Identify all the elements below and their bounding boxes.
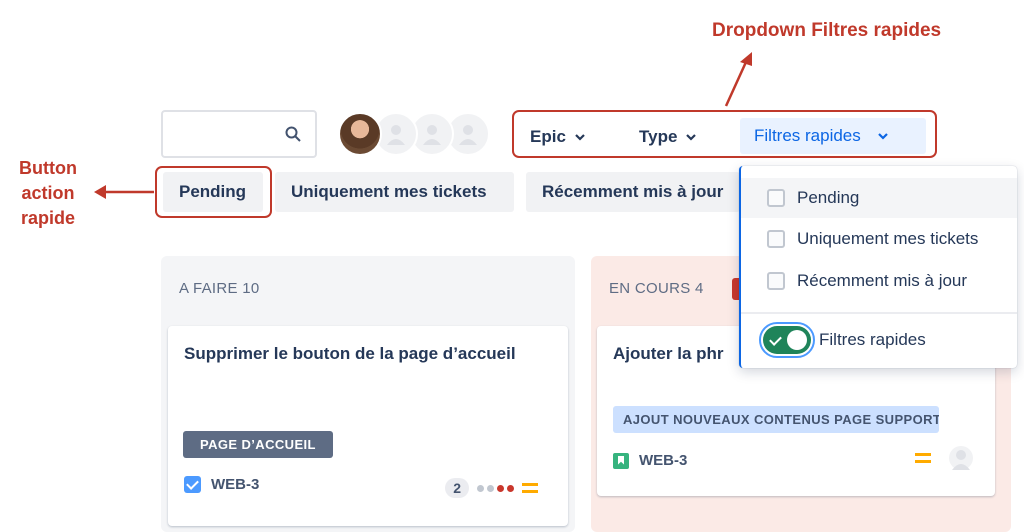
quick-filters-label: Filtres rapides	[754, 126, 861, 145]
issue-key[interactable]: WEB-3	[211, 476, 259, 493]
arrow-to-dropdown	[724, 61, 748, 107]
arrow-to-dropdown-head	[740, 52, 752, 66]
quick-filters-toggle[interactable]	[759, 322, 815, 358]
quick-filters-toggle-row: Filtres rapides	[759, 322, 926, 358]
avatar[interactable]	[338, 112, 382, 156]
epic-filter-label: Epic	[530, 127, 566, 146]
pending-highlight	[155, 166, 272, 218]
issue-card[interactable]: Supprimer le bouton de la page d’accueil…	[168, 326, 568, 526]
checkbox[interactable]	[767, 189, 785, 207]
epic-filter-button[interactable]: Epic	[524, 122, 592, 152]
chevron-down-icon	[877, 133, 888, 140]
checkbox[interactable]	[767, 272, 785, 290]
arrow-to-button-head	[94, 185, 106, 199]
annotation-button-label: Button action rapide	[8, 156, 88, 231]
user-icon	[459, 125, 477, 145]
epic-tag[interactable]: AJOUT NOUVEAUX CONTENUS PAGE SUPPORT	[613, 406, 939, 433]
filter-bar: Epic Type Filtres rapides	[512, 110, 937, 158]
annotation-line-2: action	[21, 183, 75, 203]
card-meta: 2	[445, 478, 538, 498]
user-icon	[952, 450, 970, 470]
user-icon	[387, 125, 405, 145]
my-tickets-button[interactable]: Uniquement mes tickets	[275, 172, 514, 212]
story-points-badge: 2	[445, 478, 469, 498]
type-filter-label: Type	[639, 127, 678, 146]
type-filter-button[interactable]: Type	[633, 122, 703, 152]
column-header: A FAIRE 10	[179, 280, 260, 297]
chevron-down-icon	[686, 134, 697, 141]
dropdown-item-my-tickets[interactable]: Uniquement mes tickets	[741, 219, 1017, 259]
issue-key-row: WEB-3	[184, 476, 259, 493]
dropdown-item-recently-updated[interactable]: Récemment mis à jour	[741, 261, 1017, 301]
card-title: Ajouter la phr	[613, 344, 724, 363]
annotation-line-3: rapide	[20, 208, 76, 228]
issue-key[interactable]: WEB-3	[639, 452, 687, 469]
dropdown-item-label: Récemment mis à jour	[797, 271, 968, 290]
search-icon	[285, 126, 301, 142]
priority-medium-icon	[522, 483, 538, 493]
dropdown-item-label: Pending	[797, 188, 860, 207]
quick-filters-dropdown-button[interactable]: Filtres rapides	[740, 118, 926, 154]
user-icon	[423, 125, 441, 145]
progress-dots-icon	[477, 484, 514, 492]
annotation-line-1: Button	[19, 158, 77, 178]
quick-filters-dropdown: Pending Uniquement mes tickets Récemment…	[739, 166, 1017, 368]
column-todo: A FAIRE 10 Supprimer le bouton de la pag…	[161, 256, 575, 532]
card-title: Supprimer le bouton de la page d’accueil	[184, 344, 516, 363]
column-header: EN COURS 4	[609, 280, 704, 297]
toggle-label: Filtres rapides	[819, 330, 926, 349]
checkbox[interactable]	[767, 230, 785, 248]
priority-medium-icon	[915, 453, 931, 463]
chevron-down-icon	[575, 134, 585, 141]
epic-tag[interactable]: PAGE D’ACCUEIL	[183, 431, 333, 458]
card-meta	[915, 446, 973, 470]
dropdown-item-label: Uniquement mes tickets	[797, 229, 979, 248]
assignee-avatar[interactable]	[949, 446, 973, 470]
story-icon	[613, 452, 629, 469]
annotation-dropdown-title: Dropdown Filtres rapides	[712, 20, 942, 41]
search-input[interactable]	[161, 110, 317, 158]
avatar-group	[338, 112, 508, 156]
issue-key-row: WEB-3	[613, 452, 687, 469]
dropdown-item-pending[interactable]: Pending	[741, 178, 1017, 218]
dropdown-divider	[741, 312, 1017, 314]
task-icon	[184, 476, 201, 493]
recently-updated-button[interactable]: Récemment mis à jour	[526, 172, 740, 212]
